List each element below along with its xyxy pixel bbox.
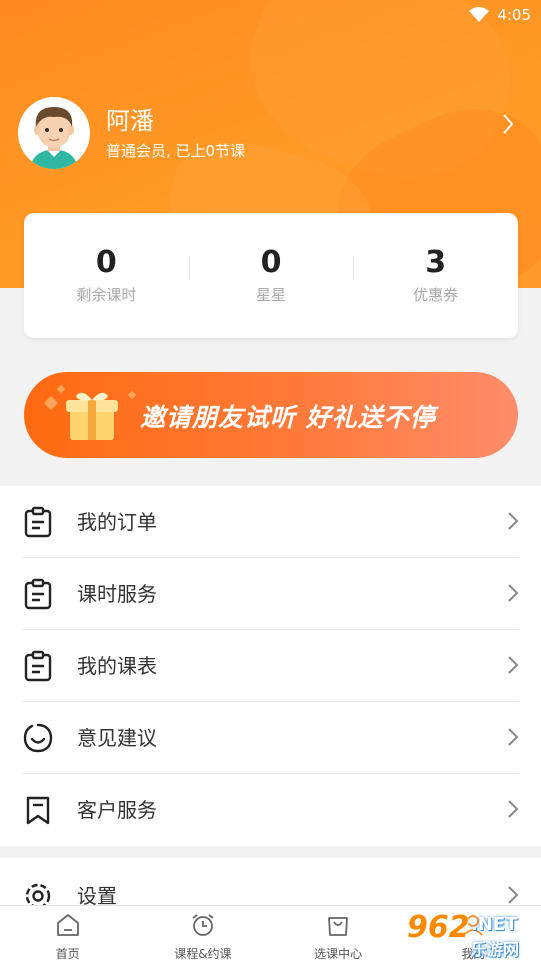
status-bar: 4:05	[469, 4, 531, 26]
tab-course-center[interactable]: 选课中心	[271, 906, 406, 962]
stat-value: 3	[425, 245, 447, 280]
menu-item-schedule[interactable]: 我的课表	[0, 630, 541, 702]
stat-coupons[interactable]: 3 优惠券	[353, 246, 518, 305]
tab-courses[interactable]: 课程&约课	[135, 906, 270, 962]
stat-stars[interactable]: 0 星星	[188, 245, 354, 305]
profile-header[interactable]: 阿潘 普通会员, 已上0节课	[18, 96, 523, 170]
avatar-boy-icon	[18, 97, 90, 169]
chevron-right-icon	[507, 799, 519, 823]
chevron-right-icon	[507, 655, 519, 679]
wifi-icon	[469, 7, 490, 23]
clipboard-icon	[22, 578, 54, 610]
stat-value: 0	[95, 245, 117, 280]
home-icon	[55, 912, 81, 942]
menu-item-label: 意见建议	[77, 726, 157, 750]
gift-icon	[64, 390, 120, 442]
menu-item-hour-service[interactable]: 课时服务	[0, 558, 541, 630]
status-time: 4:05	[497, 6, 531, 24]
tab-label: 课程&约课	[174, 947, 232, 961]
tab-label: 首页	[55, 947, 80, 961]
profile-subtitle: 普通会员, 已上0节课	[106, 141, 246, 160]
tab-home[interactable]: 首页	[0, 906, 135, 962]
menu-item-label: 我的课表	[77, 654, 157, 678]
menu-item-label: 课时服务	[77, 582, 157, 606]
stat-label: 星星	[256, 286, 287, 304]
tab-label: 选课中心	[314, 947, 363, 961]
menu-item-orders[interactable]: 我的订单	[0, 486, 541, 558]
chevron-right-icon[interactable]	[501, 113, 515, 139]
smile-bubble-icon	[22, 722, 54, 754]
watermark-net: .NET	[471, 914, 518, 935]
chevron-right-icon	[507, 511, 519, 535]
clipboard-icon	[22, 650, 54, 682]
shopping-bag-icon	[325, 912, 351, 942]
stat-label: 优惠券	[413, 286, 459, 304]
stat-value: 0	[260, 245, 282, 280]
watermark-logo: 962 .NET 乐游网	[405, 908, 535, 959]
watermark-number: 962	[407, 910, 470, 945]
profile-name: 阿潘	[106, 106, 154, 135]
watermark-site: 乐游网	[471, 940, 520, 959]
chevron-right-icon	[507, 583, 519, 607]
avatar[interactable]	[18, 97, 90, 169]
chevron-right-icon	[507, 727, 519, 751]
clipboard-icon	[22, 506, 54, 538]
stats-card: 0 剩余课时 0 星星 3 优惠券	[24, 213, 518, 338]
menu-item-feedback[interactable]: 意见建议	[0, 702, 541, 774]
stat-label: 剩余课时	[76, 286, 137, 304]
alarm-clock-icon	[190, 912, 216, 942]
invite-text: 邀请朋友试听 好礼送不停	[140, 403, 436, 432]
bookmark-icon	[22, 794, 54, 826]
menu-item-customer-service[interactable]: 客户服务	[0, 774, 541, 846]
menu-item-label: 客户服务	[77, 798, 157, 822]
menu-item-label: 我的订单	[77, 510, 157, 534]
menu-list: 我的订单 课时服务 我的课表 意见建议 客户服务	[0, 486, 541, 846]
invite-banner[interactable]: 邀请朋友试听 好礼送不停	[24, 372, 518, 458]
stat-remaining-hours[interactable]: 0 剩余课时	[24, 246, 189, 305]
